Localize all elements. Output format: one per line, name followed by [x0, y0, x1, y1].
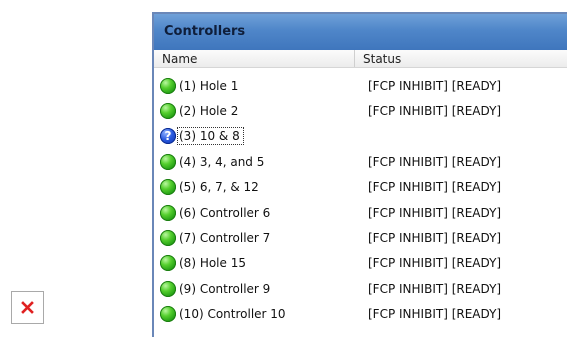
controller-status: [FCP INHIBIT] [READY]: [368, 307, 502, 322]
green-status-icon: [160, 306, 176, 323]
controller-name: (5) 6, 7, & 12: [179, 180, 259, 195]
broken-image-icon: [11, 291, 44, 324]
controller-status: [FCP INHIBIT] [READY]: [368, 180, 502, 195]
green-status-icon: [160, 280, 176, 297]
green-status-icon: [160, 230, 176, 247]
controller-name-cell[interactable]: ? (3) 10 & 8: [154, 127, 360, 146]
question-status-icon: ?: [160, 128, 176, 145]
list-item[interactable]: (7) Controller 7 [FCP INHIBIT] [READY]: [154, 225, 567, 250]
controller-name-cell[interactable]: (10) Controller 10: [154, 306, 360, 323]
controller-status: [FCP INHIBIT] [READY]: [368, 78, 502, 93]
green-status-icon: [160, 179, 176, 196]
controller-status: [FCP INHIBIT] [READY]: [368, 256, 502, 271]
controller-name: (10) Controller 10: [179, 307, 286, 322]
list-item[interactable]: (8) Hole 15 [FCP INHIBIT] [READY]: [154, 251, 567, 276]
controller-name-cell[interactable]: (8) Hole 15: [154, 255, 360, 272]
controller-status: [FCP INHIBIT] [READY]: [368, 231, 502, 246]
list-item[interactable]: ? (3) 10 & 8: [154, 124, 567, 149]
controller-status: [FCP INHIBIT] [READY]: [368, 281, 502, 296]
controller-name-cell[interactable]: (7) Controller 7: [154, 230, 360, 247]
controller-name-cell[interactable]: (1) Hole 1: [154, 77, 360, 94]
controller-name-cell[interactable]: (5) 6, 7, & 12: [154, 179, 360, 196]
panel-title: Controllers: [154, 14, 567, 50]
controller-name: (3) 10 & 8: [177, 127, 244, 146]
controller-status: [FCP INHIBIT] [READY]: [368, 205, 502, 220]
controller-name: (2) Hole 2: [179, 104, 239, 119]
controller-status: [FCP INHIBIT] [READY]: [368, 104, 502, 119]
broken-image-x-icon: [21, 301, 34, 314]
list-item[interactable]: (2) Hole 2 [FCP INHIBIT] [READY]: [154, 98, 567, 123]
green-status-icon: [160, 77, 176, 94]
column-header-status[interactable]: Status: [355, 50, 567, 67]
controller-name-cell[interactable]: (9) Controller 9: [154, 280, 360, 297]
list-item[interactable]: (5) 6, 7, & 12 [FCP INHIBIT] [READY]: [154, 175, 567, 200]
controller-name: (8) Hole 15: [179, 256, 246, 271]
list-item[interactable]: (10) Controller 10 [FCP INHIBIT] [READY]: [154, 302, 567, 327]
controller-name: (7) Controller 7: [179, 231, 271, 246]
controller-name-cell[interactable]: (2) Hole 2: [154, 103, 360, 120]
list-header: Name Status: [154, 50, 567, 68]
list-item[interactable]: (9) Controller 9 [FCP INHIBIT] [READY]: [154, 276, 567, 301]
controllers-list: (1) Hole 1 [FCP INHIBIT] [READY] (2) Hole …: [154, 68, 567, 327]
controller-status: [FCP INHIBIT] [READY]: [368, 154, 502, 169]
controller-name: (1) Hole 1: [179, 78, 239, 93]
column-header-name[interactable]: Name: [154, 50, 355, 67]
controller-name: (6) Controller 6: [179, 205, 271, 220]
list-item[interactable]: (6) Controller 6 [FCP INHIBIT] [READY]: [154, 200, 567, 225]
green-status-icon: [160, 204, 176, 221]
controllers-panel: Controllers Name Status (1) Hole 1 [FCP I…: [152, 12, 567, 337]
green-status-icon: [160, 103, 176, 120]
green-status-icon: [160, 153, 176, 170]
list-item[interactable]: (4) 3, 4, and 5 [FCP INHIBIT] [READY]: [154, 149, 567, 174]
controller-name: (4) 3, 4, and 5: [179, 154, 265, 169]
controller-name-cell[interactable]: (4) 3, 4, and 5: [154, 153, 360, 170]
controller-name-cell[interactable]: (6) Controller 6: [154, 204, 360, 221]
controller-name: (9) Controller 9: [179, 281, 271, 296]
list-item[interactable]: (1) Hole 1 [FCP INHIBIT] [READY]: [154, 73, 567, 98]
green-status-icon: [160, 255, 176, 272]
